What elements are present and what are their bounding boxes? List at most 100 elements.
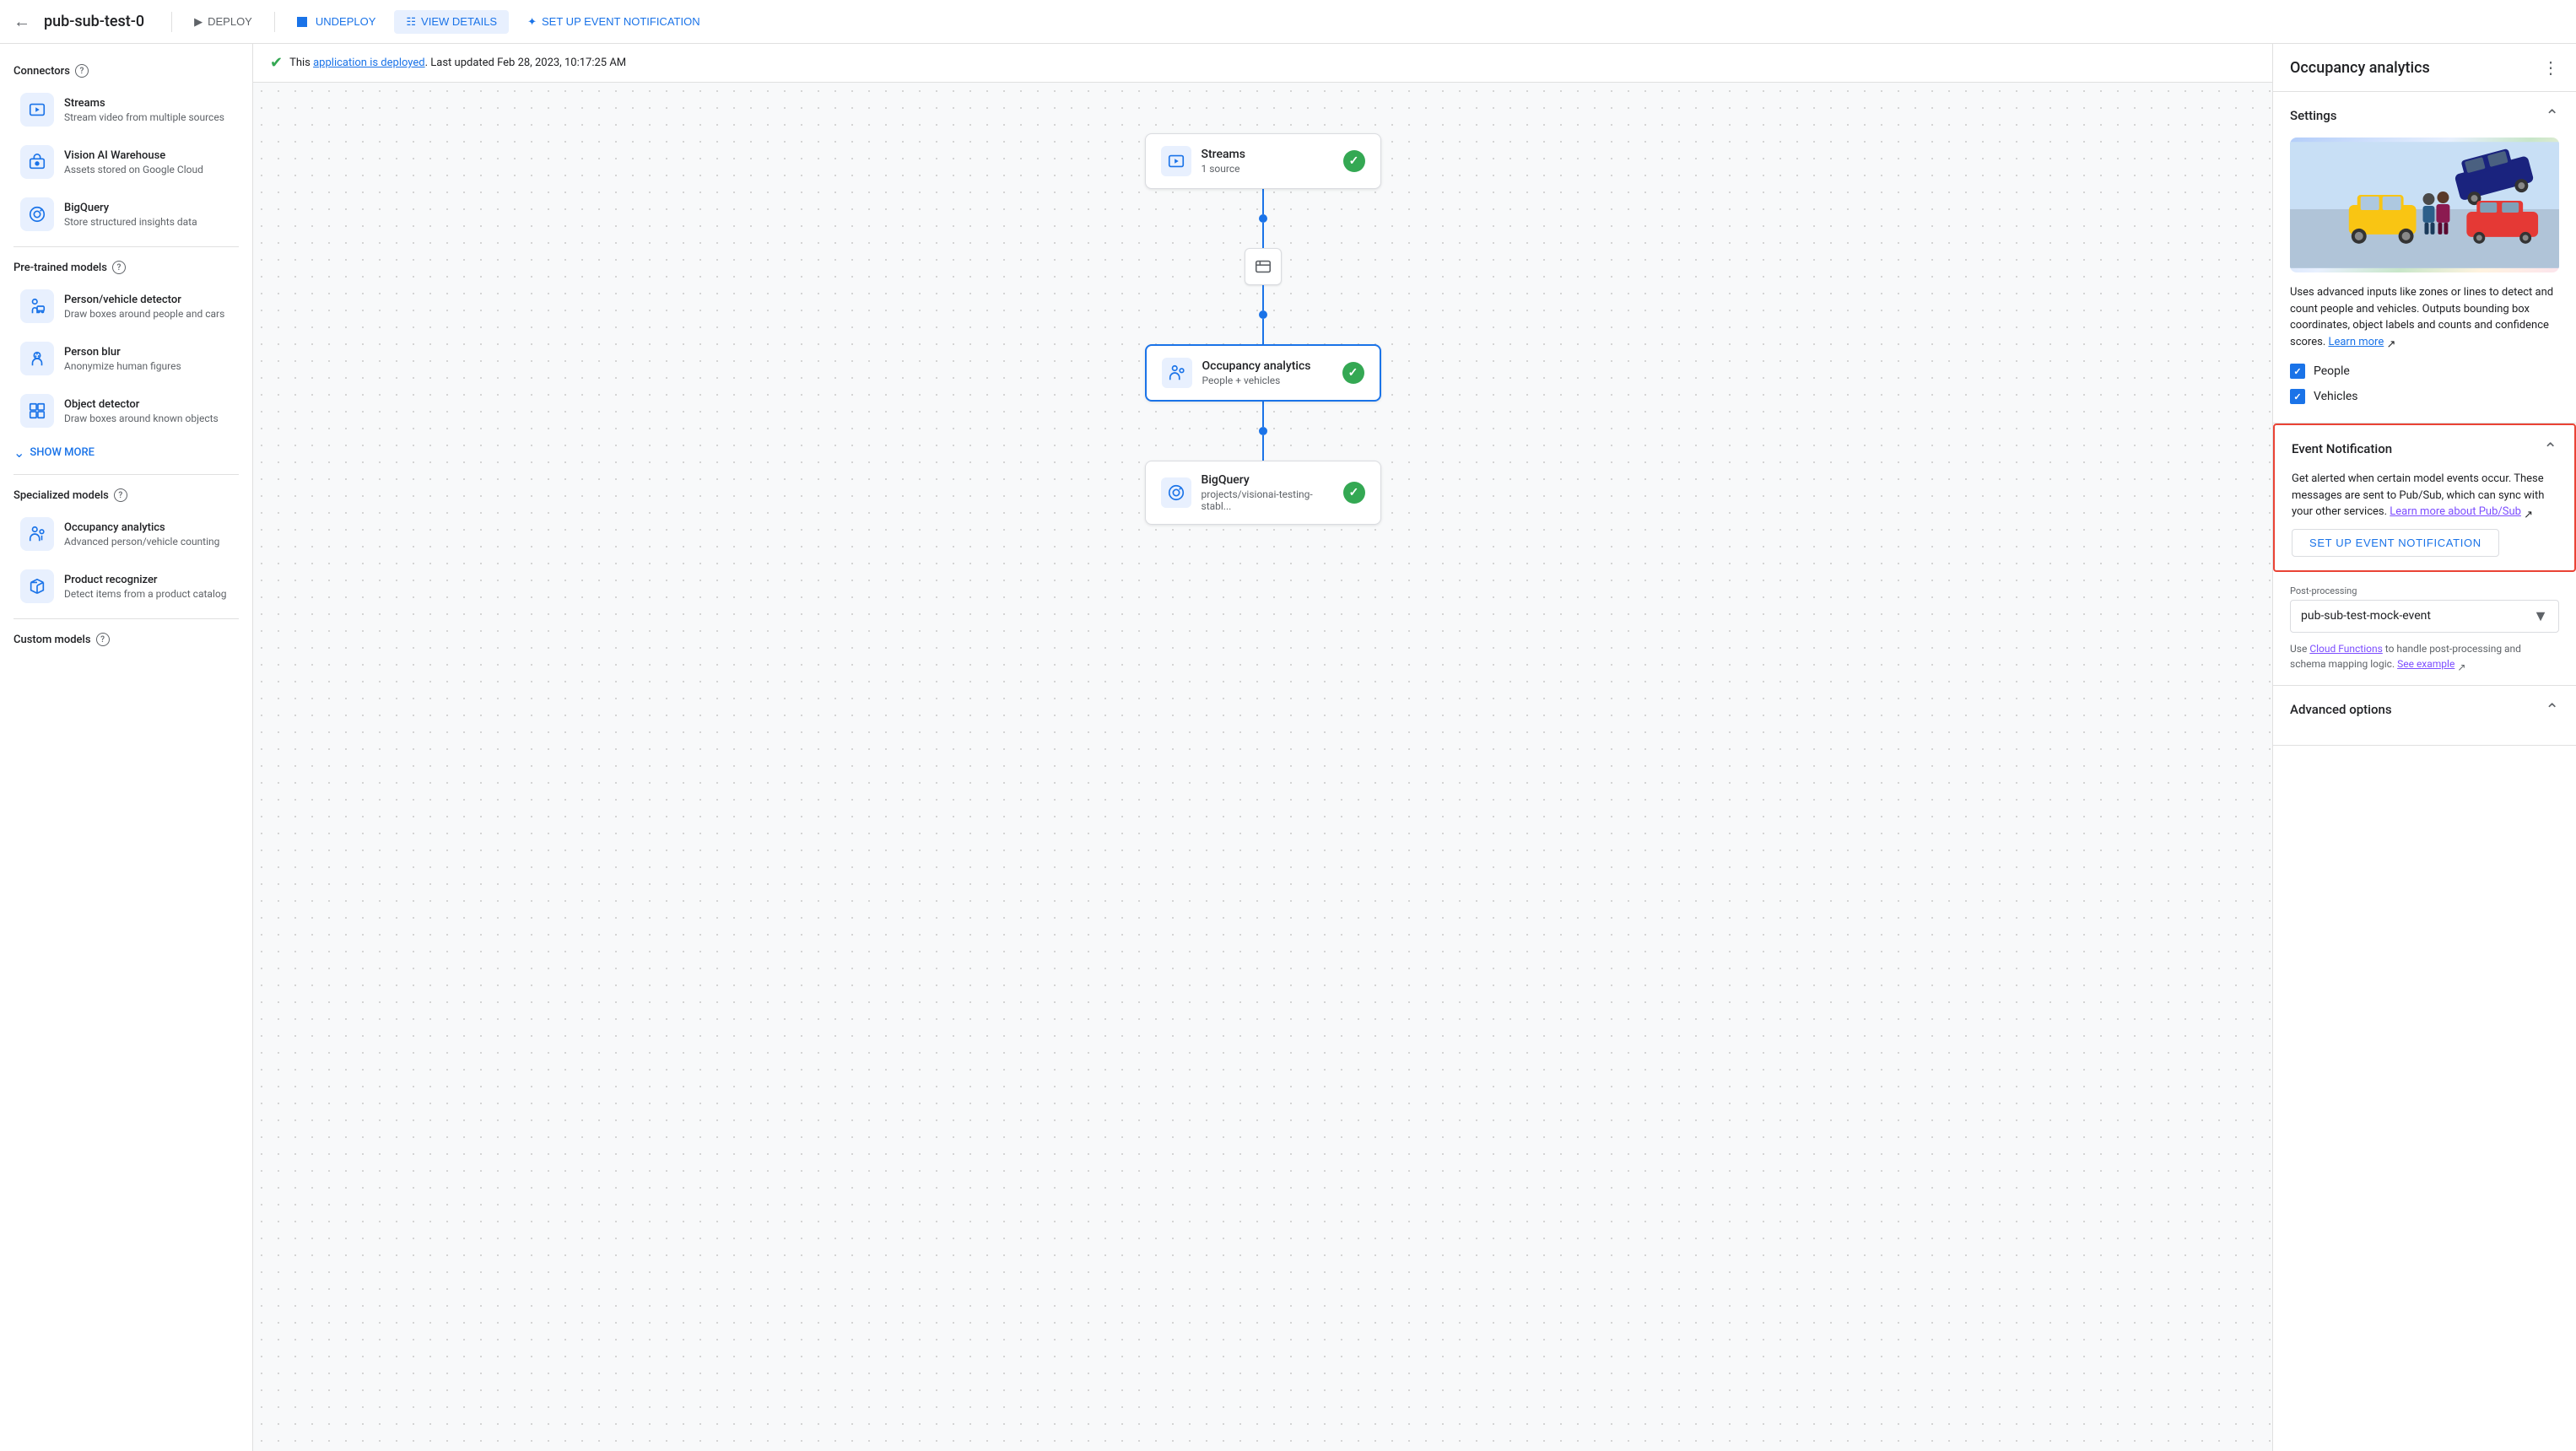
see-example-link[interactable]: See example [2397, 658, 2454, 670]
occupancy-icon [20, 517, 54, 551]
settings-header: Settings ⌃ [2290, 105, 2559, 126]
separator [171, 12, 172, 32]
cloud-functions-link[interactable]: Cloud Functions [2309, 643, 2382, 655]
status-bar: ✔ This application is deployed. Last upd… [253, 44, 2272, 83]
person-vehicle-icon [20, 289, 54, 323]
post-processing-section: Post-processing pub-sub-test-mock-event … [2273, 572, 2576, 686]
show-more-button[interactable]: ⌄ SHOW MORE [0, 438, 252, 467]
divider3 [14, 618, 239, 619]
people-checkbox[interactable] [2290, 364, 2305, 379]
right-panel: Occupancy analytics ⋮ Settings ⌃ [2272, 44, 2576, 1451]
flow-node-occupancy[interactable]: Occupancy analytics People + vehicles [1145, 344, 1381, 402]
flow-node-streams[interactable]: Streams 1 source [1145, 133, 1381, 189]
custom-help-icon[interactable]: ? [96, 633, 110, 646]
occupancy-node-icon [1162, 358, 1192, 388]
line3b [1262, 435, 1264, 461]
select-arrow-icon: ▼ [2533, 607, 2548, 625]
streams-check-icon [1343, 150, 1365, 172]
pubsub-link[interactable]: Learn more about Pub/Sub [2390, 505, 2521, 518]
setup-event-button-topbar[interactable]: ✦ SET UP EVENT NOTIFICATION [516, 10, 711, 34]
sidebar-item-product-recognizer[interactable]: Product recognizer Detect items from a p… [7, 561, 246, 612]
undeploy-button[interactable]: UNDEPLOY [285, 10, 388, 33]
main-layout: Connectors ? Streams Stream video from m… [0, 44, 2576, 1451]
sidebar-item-person-vehicle[interactable]: Person/vehicle detector Draw boxes aroun… [7, 281, 246, 332]
external-link-icon: ↗ [2386, 337, 2396, 347]
stop-icon [297, 17, 307, 27]
pubsub-external-icon: ↗ [2524, 507, 2534, 517]
sparkle-icon: ✦ [527, 15, 537, 29]
post-processing-note: Use Cloud Functions to handle post-proce… [2290, 641, 2559, 672]
canvas[interactable]: Streams 1 source [253, 83, 2272, 1451]
occupancy-check [1342, 362, 1364, 384]
bigquery-node-icon [1161, 477, 1191, 508]
person-blur-icon [20, 342, 54, 375]
deploy-button[interactable]: ▶ DEPLOY [182, 10, 264, 34]
intermediate-node[interactable] [1245, 248, 1282, 285]
dot1 [1259, 214, 1267, 223]
analytics-illustration [2290, 138, 2559, 272]
divider1 [14, 246, 239, 247]
connectors-help-icon[interactable]: ? [75, 64, 89, 78]
streams-icon [20, 93, 54, 127]
flow-node-bigquery[interactable]: BigQuery projects/visionai-testing-stabl… [1145, 461, 1381, 525]
line2 [1262, 285, 1264, 310]
custom-section-title: Custom models ? [0, 626, 252, 651]
example-external-icon: ↗ [2457, 660, 2466, 669]
sidebar-item-vision-warehouse[interactable]: Vision AI Warehouse Assets stored on Goo… [7, 137, 246, 187]
people-checkbox-row: People [2290, 359, 2559, 384]
canvas-wrapper: ✔ This application is deployed. Last upd… [253, 44, 2272, 1451]
occupancy-check-icon [1342, 362, 1364, 384]
flow-container: Streams 1 source [253, 83, 2272, 575]
bigquery-check-icon [1343, 482, 1365, 504]
pretrained-section-title: Pre-trained models ? [0, 254, 252, 279]
pretrained-help-icon[interactable]: ? [112, 261, 126, 274]
topbar: ← pub-sub-test-0 ▶ DEPLOY UNDEPLOY ☷ VIE… [0, 0, 2576, 44]
divider2 [14, 474, 239, 475]
line2b [1262, 319, 1264, 344]
sidebar-item-person-blur[interactable]: Person blur Anonymize human figures [7, 333, 246, 384]
line1b [1262, 223, 1264, 248]
connector1 [1245, 189, 1282, 344]
more-options-icon[interactable]: ⋮ [2542, 57, 2559, 78]
setup-event-notification-button[interactable]: SET UP EVENT NOTIFICATION [2292, 529, 2499, 557]
settings-collapse-icon[interactable]: ⌃ [2545, 105, 2559, 126]
line1 [1262, 189, 1264, 214]
dot3 [1259, 427, 1267, 435]
vehicles-checkbox[interactable] [2290, 389, 2305, 404]
sidebar-item-occupancy[interactable]: Occupancy analytics Advanced person/vehi… [7, 509, 246, 559]
specialized-help-icon[interactable]: ? [114, 488, 127, 502]
sidebar: Connectors ? Streams Stream video from m… [0, 44, 253, 1451]
deploy-icon: ▶ [194, 15, 203, 29]
post-processing-label: Post-processing [2290, 585, 2559, 596]
settings-section: Settings ⌃ [2273, 92, 2576, 423]
event-notification-header: Event Notification ⌃ [2292, 439, 2557, 459]
advanced-collapse-icon[interactable]: ⌃ [2545, 699, 2559, 720]
sidebar-item-object-detector[interactable]: Object detector Draw boxes around known … [7, 386, 246, 436]
learn-more-link[interactable]: Learn more [2328, 336, 2384, 348]
event-notification-panel: Event Notification ⌃ Get alerted when ce… [2275, 425, 2574, 570]
right-panel-header: Occupancy analytics ⋮ [2273, 44, 2576, 92]
event-notification-section: Event Notification ⌃ Get alerted when ce… [2273, 423, 2576, 572]
sidebar-item-bigquery[interactable]: BigQuery Store structured insights data [7, 189, 246, 240]
right-panel-title: Occupancy analytics [2290, 59, 2430, 77]
view-details-button[interactable]: ☷ VIEW DETAILS [394, 10, 509, 34]
vehicles-checkbox-row: Vehicles [2290, 384, 2559, 409]
object-detector-icon [20, 394, 54, 428]
separator2 [274, 12, 275, 32]
product-icon [20, 569, 54, 603]
connector2 [1259, 402, 1267, 461]
sidebar-item-streams[interactable]: Streams Stream video from multiple sourc… [7, 84, 246, 135]
table-icon: ☷ [406, 15, 416, 29]
chevron-down-icon: ⌄ [14, 445, 24, 461]
post-processing-select-row: pub-sub-test-mock-event ▼ [2290, 600, 2559, 633]
post-processing-select[interactable]: pub-sub-test-mock-event ▼ [2290, 600, 2559, 633]
app-title: pub-sub-test-0 [44, 13, 144, 30]
deployed-link[interactable]: application is deployed [313, 57, 425, 69]
dot2 [1259, 310, 1267, 319]
cars-svg [2290, 142, 2559, 268]
back-button[interactable]: ← [14, 11, 30, 32]
advanced-options-header: Advanced options ⌃ [2290, 699, 2559, 720]
event-collapse-icon[interactable]: ⌃ [2543, 439, 2557, 459]
status-icon: ✔ [270, 54, 283, 72]
event-description: Get alerted when certain model events oc… [2292, 471, 2557, 521]
